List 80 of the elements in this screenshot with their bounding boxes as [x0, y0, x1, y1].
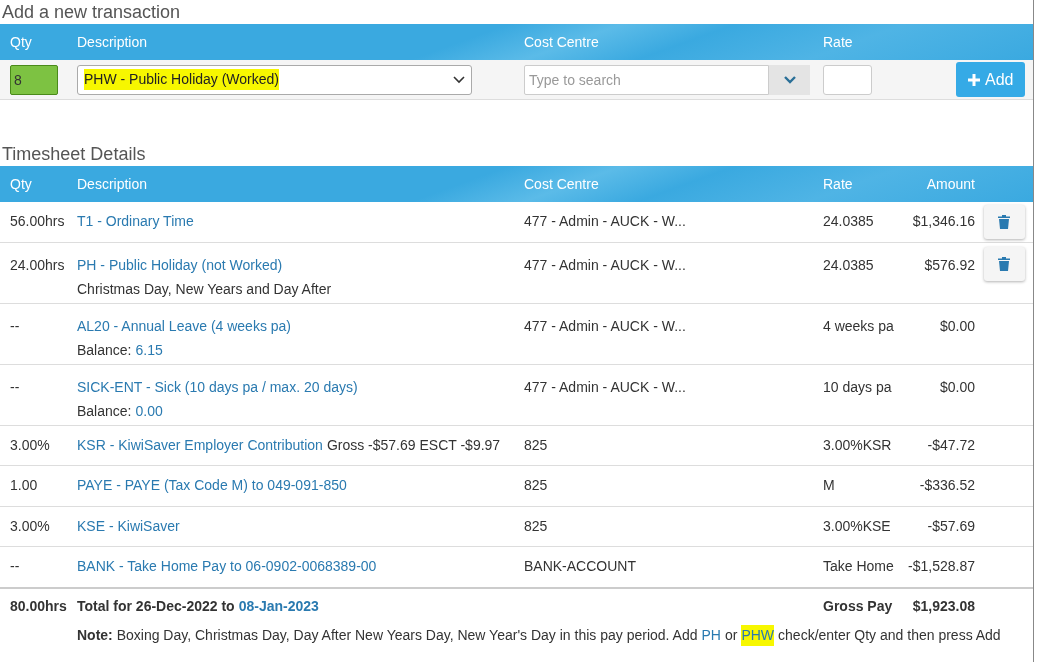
- table-cell-text: $1,923.08: [911, 597, 975, 616]
- column-header: Description: [77, 32, 149, 52]
- table-cell-text: 24.00hrs: [9, 255, 66, 275]
- plus-icon: [968, 73, 980, 86]
- table-cell-text: --: [9, 557, 21, 577]
- end-date-link[interactable]: 08-Jan-2023: [238, 596, 319, 617]
- table-cell-text: 10 days pa: [823, 377, 893, 397]
- section-title: Add a new transaction: [1, 1, 182, 24]
- table-cell-text: Take Home: [823, 557, 895, 577]
- table-cell-text: -$57.69: [926, 516, 975, 536]
- balance-label: Balance:: [77, 340, 132, 360]
- table-cell-text: 3.00%: [9, 435, 51, 455]
- section-title: Timesheet Details: [1, 143, 147, 166]
- table-cell-text: 477 - Admin - AUCK - W...: [524, 212, 687, 232]
- note-text: check/enter Qty and then press Add: [778, 625, 1001, 645]
- table-cell-text: $1,346.16: [911, 212, 975, 232]
- table-cell-text: $576.92: [923, 255, 975, 275]
- note-text: or: [724, 625, 738, 645]
- table-cell-text: --: [9, 316, 21, 336]
- table-cell-text: 3.00%KSR: [823, 435, 893, 455]
- table-cell-text: 477 - Admin - AUCK - W...: [524, 255, 687, 275]
- table-cell-text: 825: [524, 476, 549, 496]
- chevron-down-icon: [453, 75, 465, 84]
- description-link[interactable]: KSR - KiwiSaver Employer Contribution: [77, 434, 323, 456]
- balance-link[interactable]: 0.00: [135, 400, 163, 422]
- column-header: Rate: [823, 174, 854, 194]
- table-cell-text: 477 - Admin - AUCK - W...: [524, 316, 687, 336]
- table-cell-text: $0.00: [938, 377, 975, 397]
- table-cell-text: -$47.72: [926, 435, 975, 455]
- table-cell-text: --: [9, 377, 21, 397]
- add-button[interactable]: Add: [956, 62, 1026, 97]
- qty-field[interactable]: 8: [10, 64, 58, 95]
- note-link[interactable]: PH: [701, 624, 721, 646]
- table-cell-text: 3.00%: [9, 516, 51, 536]
- table-cell-text: 56.00hrs: [9, 212, 66, 232]
- table-cell-text: 24.0385: [823, 255, 875, 275]
- rate-field[interactable]: [823, 64, 872, 95]
- column-header: Qty: [9, 174, 33, 194]
- table-cell-text: 825: [524, 435, 549, 455]
- table-cell-text: BANK-ACCOUNT: [524, 557, 637, 577]
- trash-icon: [998, 256, 1010, 271]
- table-cell-text: 477 - Admin - AUCK - W...: [524, 377, 687, 397]
- note-text: Note: Boxing Day, Christmas Day, Day After New Years Day, New Year's Day in this pay period. Add: [77, 625, 698, 645]
- table-cell-text: 825: [524, 516, 549, 536]
- description-link[interactable]: SICK-ENT - Sick (10 days pa / max. 20 days): [77, 376, 358, 398]
- column-header: Qty: [9, 32, 33, 52]
- delete-button[interactable]: [983, 246, 1025, 281]
- trash-icon: [998, 214, 1010, 229]
- column-header: Cost Centre: [524, 174, 600, 194]
- table-cell-text: $0.00: [938, 316, 975, 336]
- table-cell-text: 80.00hrs: [9, 597, 68, 616]
- table-cell-text: M: [823, 476, 836, 496]
- column-header: Description: [77, 174, 149, 194]
- table-cell-text: Gross -$57.69 ESCT -$9.97: [326, 435, 501, 455]
- chevron-down-icon: [783, 75, 796, 84]
- delete-button[interactable]: [983, 204, 1025, 239]
- table-cell-text: 4 weeks pa: [823, 316, 895, 336]
- note-link[interactable]: PHW: [741, 624, 775, 646]
- column-header: Cost Centre: [524, 32, 600, 52]
- description-link[interactable]: PAYE - PAYE (Tax Code M) to 049-091-850: [77, 475, 347, 497]
- table-cell-text: -$1,528.87: [907, 557, 975, 577]
- dropdown-button[interactable]: [769, 64, 810, 95]
- description-link[interactable]: BANK - Take Home Pay to 06-0902-0068389-00: [77, 556, 377, 578]
- description-link[interactable]: PH - Public Holiday (not Worked): [77, 254, 283, 276]
- total-label: Total for 26-Dec-2022 to: [77, 597, 235, 616]
- table-cell-text: 24.0385: [823, 212, 875, 232]
- table-cell-text: Christmas Day, New Years and Day After: [77, 279, 333, 299]
- description-link[interactable]: T1 - Ordinary Time: [77, 211, 194, 233]
- description-link[interactable]: KSE - KiwiSaver: [77, 515, 180, 537]
- balance-link[interactable]: 6.15: [135, 339, 163, 361]
- table-cell-text: 3.00%KSE: [823, 516, 892, 536]
- column-header: Rate: [823, 32, 854, 52]
- table-cell-text: 1.00: [9, 476, 39, 496]
- total-label: Gross Pay: [823, 597, 894, 616]
- table-cell-text: -$336.52: [918, 476, 975, 496]
- description-link[interactable]: AL20 - Annual Leave (4 weeks pa): [77, 315, 292, 337]
- column-header: Amount: [925, 174, 975, 194]
- balance-label: Balance:: [77, 401, 132, 421]
- cost-centre-search-field[interactable]: Type to search: [524, 64, 769, 95]
- description-dropdown[interactable]: PHW - Public Holiday (Worked): [77, 64, 472, 95]
